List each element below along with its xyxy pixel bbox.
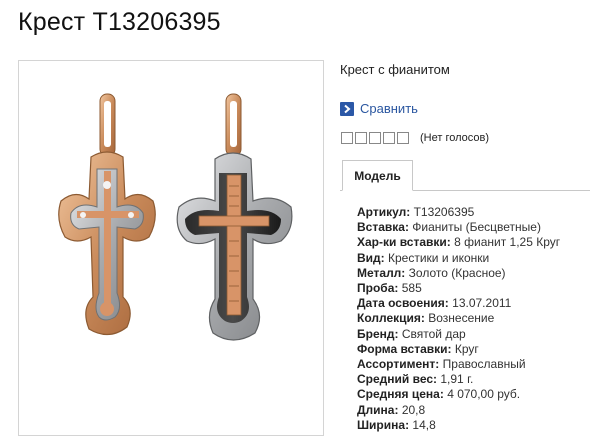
spec-value: 20,8 bbox=[401, 402, 426, 417]
spec-row: Ширина: 14,8 bbox=[357, 418, 560, 433]
spec-label: Вставка: bbox=[357, 220, 409, 235]
spec-label: Бренд: bbox=[357, 326, 399, 341]
spec-label: Проба: bbox=[357, 281, 399, 296]
spec-row: Средний вес: 1,91 г. bbox=[357, 372, 560, 387]
spec-value: 585 bbox=[401, 281, 422, 296]
spec-row: Проба: 585 bbox=[357, 281, 560, 296]
cross-pendants-image bbox=[58, 93, 293, 341]
spec-row: Бренд: Святой дар bbox=[357, 327, 560, 342]
spec-label: Ширина: bbox=[357, 417, 410, 432]
rating-star[interactable] bbox=[355, 132, 367, 144]
rating-star[interactable] bbox=[383, 132, 395, 144]
spec-row: Вставка: Фианиты (Бесцветные) bbox=[357, 220, 560, 235]
rating-star[interactable] bbox=[341, 132, 353, 144]
compare-label[interactable]: Сравнить bbox=[360, 101, 418, 116]
spec-row: Коллекция: Вознесение bbox=[357, 311, 560, 326]
spec-label: Длина: bbox=[357, 402, 399, 417]
spec-label: Коллекция: bbox=[357, 311, 425, 326]
spec-row: Ассортимент: Православный bbox=[357, 357, 560, 372]
spec-value: 1,91 г. bbox=[440, 372, 474, 387]
spec-label: Средняя цена: bbox=[357, 387, 444, 402]
spec-value: Православный bbox=[442, 357, 526, 372]
spec-label: Вид: bbox=[357, 250, 385, 265]
spec-label: Дата освоения: bbox=[357, 296, 449, 311]
spec-row: Средняя цена: 4 070,00 руб. bbox=[357, 387, 560, 402]
spec-row: Металл: Золото (Красное) bbox=[357, 266, 560, 281]
spec-value: Круг bbox=[454, 341, 479, 356]
votes-text: (Нет голосов) bbox=[420, 132, 490, 144]
spec-row: Хар-ки вставки: 8 фианит 1,25 Круг bbox=[357, 235, 560, 250]
page-title: Крест Т13206395 bbox=[18, 8, 221, 36]
spec-list: Артикул: Т13206395 Вставка: Фианиты (Бесц… bbox=[357, 205, 560, 433]
spec-value: 13.07.2011 bbox=[452, 296, 512, 311]
spec-value: Фианиты (Бесцветные) bbox=[412, 220, 541, 235]
spec-value: 4 070,00 руб. bbox=[447, 387, 521, 402]
cross-front bbox=[58, 93, 156, 336]
spec-label: Металл: bbox=[357, 265, 406, 280]
spec-row: Длина: 20,8 bbox=[357, 403, 560, 418]
spec-value: Вознесение bbox=[428, 311, 495, 326]
spec-row: Дата освоения: 13.07.2011 bbox=[357, 296, 560, 311]
tab-model[interactable]: Модель bbox=[342, 160, 413, 191]
cross-back bbox=[176, 93, 293, 341]
spec-value: Т13206395 bbox=[413, 205, 475, 219]
spec-label: Артикул: bbox=[357, 205, 411, 219]
rating-star[interactable] bbox=[369, 132, 381, 144]
compare-link[interactable]: Сравнить bbox=[340, 101, 418, 116]
spec-row: Артикул: Т13206395 bbox=[357, 205, 560, 220]
product-subtitle: Крест с фианитом bbox=[340, 62, 450, 77]
spec-row: Форма вставки: Круг bbox=[357, 342, 560, 357]
compare-arrow-icon[interactable] bbox=[340, 101, 354, 116]
rating-star[interactable] bbox=[397, 132, 409, 144]
spec-value: Святой дар bbox=[401, 326, 466, 341]
spec-row: Вид: Крестики и иконки bbox=[357, 251, 560, 266]
spec-value: Золото (Красное) bbox=[408, 265, 506, 280]
spec-label: Хар-ки вставки: bbox=[357, 235, 451, 250]
spec-value: Крестики и иконки bbox=[388, 250, 490, 265]
spec-label: Форма вставки: bbox=[357, 341, 452, 356]
spec-label: Средний вес: bbox=[357, 372, 438, 387]
spec-label: Ассортимент: bbox=[357, 357, 440, 372]
spec-value: 8 фианит 1,25 Круг bbox=[454, 235, 561, 250]
product-image[interactable] bbox=[18, 60, 324, 436]
spec-value: 14,8 bbox=[412, 417, 436, 432]
rating-widget: (Нет голосов) bbox=[341, 132, 489, 144]
